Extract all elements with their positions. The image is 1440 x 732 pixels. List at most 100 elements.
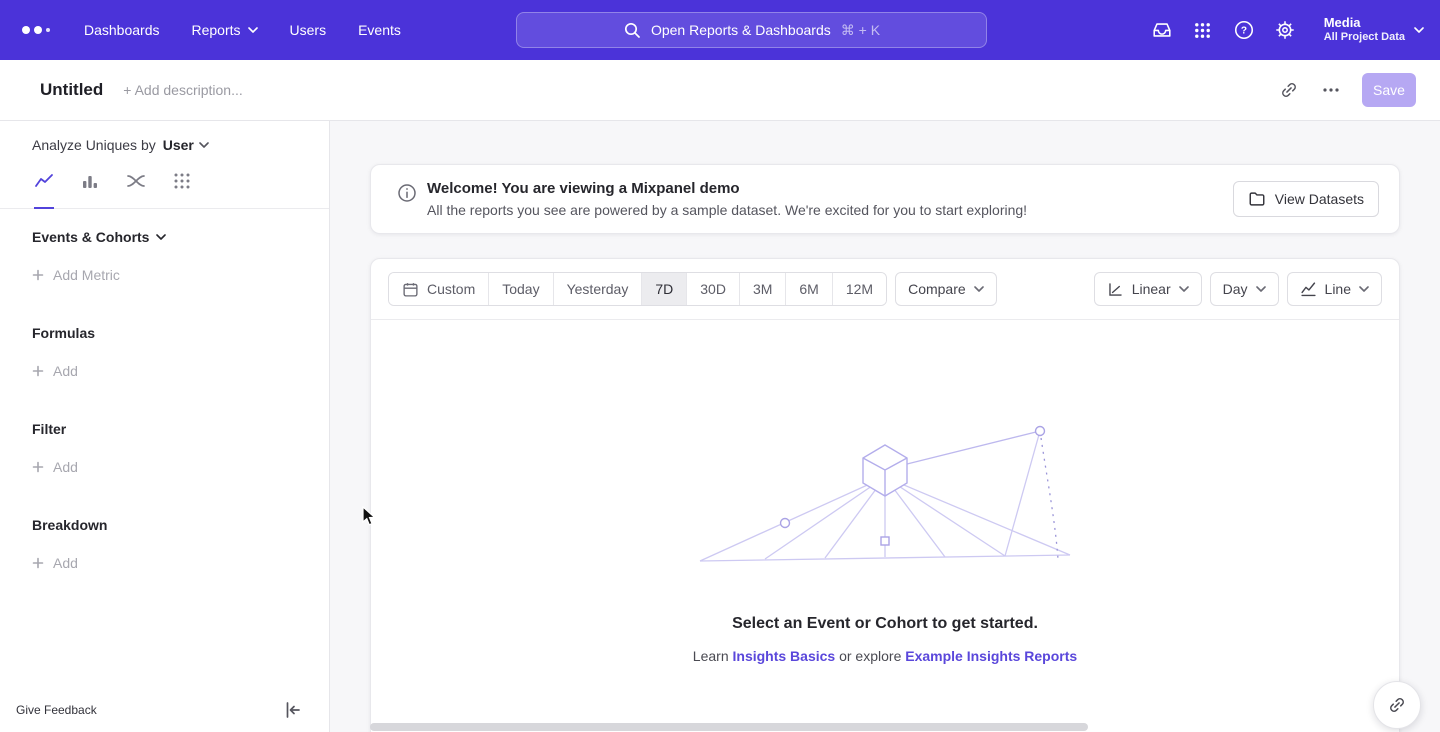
give-feedback-link[interactable]: Give Feedback <box>16 703 97 717</box>
analyze-label: Analyze Uniques by <box>32 137 156 153</box>
nav-reports[interactable]: Reports <box>192 22 258 38</box>
query-builder-sidebar: Analyze Uniques by User Events & Cohorts <box>0 121 330 732</box>
project-subtitle: All Project Data <box>1324 31 1405 45</box>
mixpanel-insights-page: Dashboards Reports Users Events Open Rep… <box>0 0 1440 732</box>
calendar-icon <box>402 281 419 298</box>
mixpanel-logo[interactable] <box>22 26 52 34</box>
tab-line-chart[interactable] <box>34 171 54 209</box>
chevron-down-icon <box>1256 286 1266 292</box>
link-icon <box>1387 695 1407 715</box>
chevron-down-icon <box>1414 27 1424 33</box>
copy-link-icon[interactable] <box>1278 79 1300 101</box>
banner-title: Welcome! You are viewing a Mixpanel demo <box>427 180 1027 197</box>
svg-text:?: ? <box>1241 26 1247 37</box>
breakdown-header: Breakdown <box>0 517 329 533</box>
logo-dot <box>34 26 42 34</box>
logo-dot <box>22 26 30 34</box>
sidebar-footer: Give Feedback <box>0 688 329 732</box>
nav-dashboards[interactable]: Dashboards <box>84 22 160 38</box>
insights-report-card: Custom Today Yesterday 7D 30D 3M 6M 12M … <box>370 258 1400 732</box>
report-title[interactable]: Untitled <box>40 80 103 100</box>
chevron-down-icon <box>248 27 258 33</box>
horizontal-scrollbar[interactable] <box>370 723 1088 731</box>
top-nav: Dashboards Reports Users Events Open Rep… <box>0 0 1440 60</box>
insights-basics-link[interactable]: Insights Basics <box>733 648 836 664</box>
more-options-icon[interactable] <box>1320 79 1342 101</box>
project-selector[interactable]: Media All Project Data <box>1324 15 1424 45</box>
chevron-down-icon <box>1359 286 1369 292</box>
empty-state-illustration <box>695 419 1075 569</box>
chevron-down-icon <box>199 142 209 148</box>
view-datasets-button[interactable]: View Datasets <box>1233 181 1379 217</box>
project-text: Media All Project Data <box>1324 15 1405 45</box>
tab-bar-chart[interactable] <box>80 171 100 209</box>
nav-users[interactable]: Users <box>290 22 327 38</box>
empty-state: Select an Event or Cohort to get started… <box>371 419 1399 664</box>
banner-body: All the reports you see are powered by a… <box>427 202 1027 218</box>
range-30d-button[interactable]: 30D <box>687 273 740 305</box>
date-range-segmented-control: Custom Today Yesterday 7D 30D 3M 6M 12M <box>388 272 887 306</box>
chevron-down-icon <box>156 234 166 240</box>
logo-dot <box>46 28 50 32</box>
plus-icon <box>32 557 44 569</box>
formulas-header: Formulas <box>0 325 329 341</box>
events-cohorts-header[interactable]: Events & Cohorts <box>0 229 329 245</box>
tab-grid[interactable] <box>172 171 192 209</box>
chart-toolbar: Custom Today Yesterday 7D 30D 3M 6M 12M … <box>371 259 1399 320</box>
share-link-fab[interactable] <box>1373 681 1421 729</box>
range-6m-button[interactable]: 6M <box>786 273 832 305</box>
custom-date-button[interactable]: Custom <box>389 273 489 305</box>
empty-state-title: Select an Event or Cohort to get started… <box>371 615 1399 633</box>
example-insights-reports-link[interactable]: Example Insights Reports <box>905 648 1077 664</box>
line-chart-icon <box>34 171 54 191</box>
report-header: Untitled + Add description... Save <box>0 60 1440 121</box>
search-shortcut: ⌘ + K <box>841 22 880 39</box>
line-chart-icon <box>1300 281 1317 298</box>
grid-dots-icon <box>172 171 192 191</box>
compare-dropdown[interactable]: Compare <box>895 272 997 306</box>
range-7d-button[interactable]: 7D <box>642 273 687 305</box>
plus-icon <box>32 269 44 281</box>
add-filter-button[interactable]: Add <box>0 459 329 475</box>
gear-icon[interactable] <box>1273 18 1297 42</box>
range-3m-button[interactable]: 3M <box>740 273 786 305</box>
chevron-down-icon <box>974 286 984 292</box>
metric-type-tabs <box>0 153 329 209</box>
demo-banner: Welcome! You are viewing a Mixpanel demo… <box>370 164 1400 234</box>
tab-flows[interactable] <box>126 171 146 209</box>
bar-chart-icon <box>80 171 100 191</box>
plus-icon <box>32 365 44 377</box>
scale-dropdown[interactable]: Linear <box>1094 272 1202 306</box>
linear-scale-icon <box>1107 281 1124 298</box>
search-icon <box>623 21 641 39</box>
apps-grid-icon[interactable] <box>1191 18 1215 42</box>
report-description-placeholder[interactable]: + Add description... <box>123 82 242 98</box>
analyze-uniques-row: Analyze Uniques by User <box>0 121 329 153</box>
range-12m-button[interactable]: 12M <box>833 273 886 305</box>
add-breakdown-button[interactable]: Add <box>0 555 329 571</box>
main-content: Welcome! You are viewing a Mixpanel demo… <box>330 121 1440 732</box>
analyze-by-dropdown[interactable]: User <box>163 137 209 153</box>
flows-icon <box>126 171 146 191</box>
chart-type-dropdown[interactable]: Line <box>1287 272 1382 306</box>
filter-header: Filter <box>0 421 329 437</box>
range-yesterday-button[interactable]: Yesterday <box>554 273 643 305</box>
range-today-button[interactable]: Today <box>489 273 553 305</box>
folder-icon <box>1248 190 1266 208</box>
empty-state-links: Learn Insights Basics or explore Example… <box>371 648 1399 664</box>
save-button[interactable]: Save <box>1362 73 1416 107</box>
nav-events[interactable]: Events <box>358 22 401 38</box>
help-icon[interactable]: ? <box>1232 18 1256 42</box>
add-formula-button[interactable]: Add <box>0 363 329 379</box>
add-metric-button[interactable]: Add Metric <box>0 267 329 283</box>
banner-text: Welcome! You are viewing a Mixpanel demo… <box>427 180 1027 218</box>
search-placeholder: Open Reports & Dashboards <box>651 22 831 38</box>
info-icon <box>397 183 417 203</box>
chevron-down-icon <box>1179 286 1189 292</box>
granularity-dropdown[interactable]: Day <box>1210 272 1279 306</box>
inbox-icon[interactable] <box>1150 18 1174 42</box>
plus-icon <box>32 461 44 473</box>
collapse-sidebar-icon[interactable] <box>283 700 303 720</box>
project-name: Media <box>1324 15 1405 31</box>
global-search-input[interactable]: Open Reports & Dashboards ⌘ + K <box>516 12 987 48</box>
